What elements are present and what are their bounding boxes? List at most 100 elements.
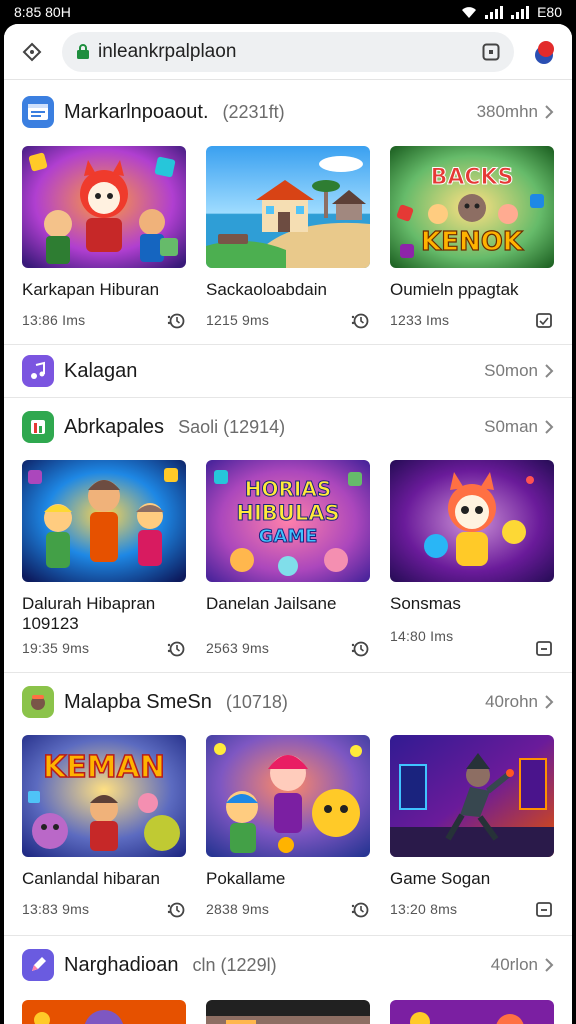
game-time: 1215 9ms xyxy=(206,312,270,328)
game-meta: 2838 9ms xyxy=(206,899,370,919)
chevron-right-icon xyxy=(545,695,554,709)
game-title-line2: 109123 xyxy=(22,614,79,633)
game-thumbnail[interactable]: HORIAS HIBULAS GAME xyxy=(206,460,370,582)
status-time: 8:85 80H xyxy=(14,4,71,20)
section-header-kalagan[interactable]: Kalagan S0mon xyxy=(4,345,572,397)
game-title: Pokallame xyxy=(206,869,286,888)
game-thumbnail[interactable]: BACKS KENOK xyxy=(390,146,554,268)
game-thumbnail[interactable]: KEMAN xyxy=(22,735,186,857)
signal-icon-2 xyxy=(511,5,530,19)
browser-toolbar: inleankrpalplaon xyxy=(4,24,572,80)
home-diamond-icon[interactable] xyxy=(14,34,50,70)
section-more-link[interactable]: S0mon xyxy=(484,361,554,381)
music-app-icon xyxy=(22,355,54,387)
game-title: Canlandal hibaran xyxy=(22,869,160,888)
game-card[interactable]: Karkapan Hiburan 13:86 Ims xyxy=(22,146,186,330)
chevron-right-icon xyxy=(545,105,554,119)
status-icons: E80 xyxy=(461,4,562,20)
section-header-abrkapales[interactable]: Abrkapales Saoli (12914) S0man xyxy=(4,398,572,456)
game-title: Sackaoloabdain xyxy=(206,280,327,299)
game-card[interactable]: KEMAN Canlandal hibaran 13:83 9ms xyxy=(22,735,186,919)
calendar-check-icon[interactable] xyxy=(534,310,554,330)
section-subtitle: (10718) xyxy=(225,691,288,712)
card-row: Karkapan Hiburan 13:86 Ims Sackaoloabdai… xyxy=(4,146,572,330)
download-box-icon[interactable] xyxy=(534,638,554,658)
game-thumbnail[interactable] xyxy=(206,1000,370,1024)
game-time: 19:35 9ms xyxy=(22,640,90,656)
game-card[interactable]: BACKS KENOK Oumieln ppagtak 1233 Ims xyxy=(390,146,554,330)
game-thumbnail[interactable] xyxy=(22,460,186,582)
game-time: 13:86 Ims xyxy=(22,312,86,328)
game-card[interactable]: Game Sogan 13:20 8ms xyxy=(390,735,554,919)
section-header-malapba[interactable]: Malapba SmeSn (10718) 40rohn xyxy=(4,673,572,731)
game-meta: 14:80 Ims xyxy=(390,628,554,658)
section-title: Narghadioan xyxy=(64,953,179,976)
url-text: inleankrpalplaon xyxy=(98,40,237,62)
battery-label: E80 xyxy=(537,4,562,20)
thumb-text: BACKS xyxy=(431,165,514,190)
game-time: 1233 Ims xyxy=(390,312,450,328)
thumb-text: KEMAN xyxy=(43,750,165,785)
profile-avatar-icon[interactable] xyxy=(526,34,562,70)
section-more-link[interactable]: 40rohn xyxy=(485,692,554,712)
section-title: Markarlnpoaout. xyxy=(64,100,209,123)
timer-icon[interactable] xyxy=(166,899,186,919)
card-row: KEMAN Canlandal hibaran 13:83 9ms Pokall… xyxy=(4,735,572,919)
section-header-narghadioan[interactable]: Narghadioan cln (1229l) 40rlon xyxy=(4,936,572,994)
game-card[interactable]: Pokallame 2838 9ms xyxy=(206,735,370,919)
game-card[interactable]: Sonsmas 14:80 Ims xyxy=(390,460,554,658)
section-title: Kalagan xyxy=(64,359,138,382)
tabs-icon[interactable] xyxy=(480,41,502,63)
game-title: Game Sogan xyxy=(390,869,491,888)
thumb-text: HIBULAS xyxy=(236,501,339,525)
section-more-label: S0man xyxy=(484,417,538,436)
game-thumbnail[interactable] xyxy=(390,460,554,582)
game-thumbnail[interactable] xyxy=(22,146,186,268)
wifi-icon xyxy=(462,6,477,18)
game-card[interactable] xyxy=(390,1000,554,1024)
game-app-icon xyxy=(22,686,54,718)
game-thumbnail[interactable] xyxy=(390,735,554,857)
card-row: Dalurah Hibapran 109123 19:35 9ms HORIAS… xyxy=(4,460,572,658)
thumb-text: KENOK xyxy=(421,227,524,257)
game-time: 2838 9ms xyxy=(206,901,270,917)
section-more-label: 40rohn xyxy=(485,692,538,711)
game-thumbnail[interactable] xyxy=(22,1000,186,1024)
download-box-icon[interactable] xyxy=(534,899,554,919)
section-more-link[interactable]: 40rlon xyxy=(491,955,554,975)
address-bar[interactable]: inleankrpalplaon xyxy=(62,31,514,72)
section-header-markarlnpoaout[interactable]: Markarlnpoaout. (2231ft) 380mhn xyxy=(4,84,572,140)
game-meta: 13:83 9ms xyxy=(22,899,186,919)
timer-icon[interactable] xyxy=(350,638,370,658)
timer-icon[interactable] xyxy=(350,310,370,330)
game-thumbnail[interactable] xyxy=(206,735,370,857)
game-title: Karkapan Hiburan xyxy=(22,280,160,299)
chevron-right-icon xyxy=(545,364,554,378)
timer-icon[interactable] xyxy=(166,638,186,658)
section-title: Malapba SmeSn xyxy=(64,690,212,713)
game-thumbnail[interactable] xyxy=(206,146,370,268)
game-meta: 1233 Ims xyxy=(390,310,554,330)
section-more-link[interactable]: 380mhn xyxy=(477,102,554,122)
section-more-link[interactable]: S0man xyxy=(484,417,554,437)
section-title: Abrkapales xyxy=(64,415,165,438)
game-card[interactable] xyxy=(22,1000,186,1024)
thumb-text: GAME xyxy=(259,526,318,547)
game-time: 2563 9ms xyxy=(206,640,270,656)
section-more-label: 380mhn xyxy=(476,102,538,121)
timer-icon[interactable] xyxy=(166,310,186,330)
chevron-right-icon xyxy=(545,958,554,972)
game-meta: 13:20 8ms xyxy=(390,899,554,919)
game-time: 13:83 9ms xyxy=(22,901,90,917)
game-thumbnail[interactable] xyxy=(390,1000,554,1024)
chart-app-icon xyxy=(22,411,54,443)
timer-icon[interactable] xyxy=(350,899,370,919)
game-card[interactable] xyxy=(206,1000,370,1024)
section-subtitle: (2231ft) xyxy=(222,101,285,122)
game-card[interactable]: Dalurah Hibapran 109123 19:35 9ms xyxy=(22,460,186,658)
thumb-text: HORIAS xyxy=(245,477,331,501)
game-card[interactable]: Sackaoloabdain 1215 9ms xyxy=(206,146,370,330)
game-meta: 19:35 9ms xyxy=(22,638,186,658)
game-title: Danelan Jailsane xyxy=(206,594,337,613)
game-card[interactable]: HORIAS HIBULAS GAME Danelan Jailsane 256… xyxy=(206,460,370,658)
